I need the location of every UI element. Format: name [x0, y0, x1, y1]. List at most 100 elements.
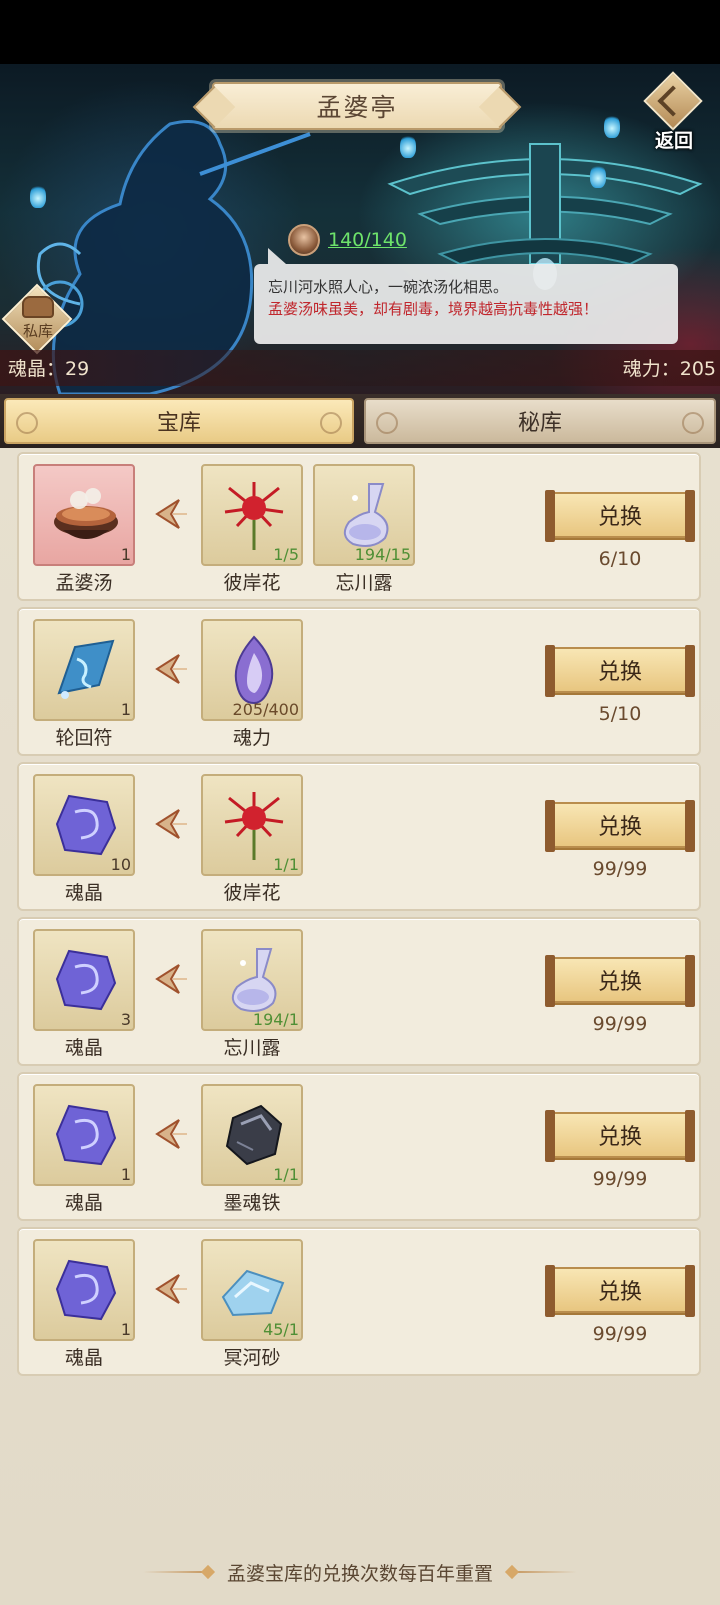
ghost-flame-icon — [30, 184, 46, 208]
ghost-flame-icon — [604, 114, 620, 138]
item-name: 彼岸花 — [191, 568, 313, 597]
item-count: 1/1 — [273, 855, 299, 874]
page-title-plate: 孟婆亭 — [212, 82, 502, 130]
talisman-icon — [57, 639, 115, 699]
tab-bar: 宝库 秘库 — [0, 394, 720, 448]
exchange-row: 10 魂晶 1/1 彼岸花 兑换 99/99 — [17, 762, 701, 911]
footer-text: 孟婆宝库的兑换次数每百年重置 — [226, 1562, 493, 1585]
status-bar — [0, 0, 720, 64]
arrow-left-icon — [155, 809, 187, 839]
hero-banner: 孟婆亭 返回 140/140 忘川河水照人心，一碗浓汤化相思。 孟婆汤味虽美，却… — [0, 64, 720, 394]
speech-line-2: 孟婆汤味虽美，却有剧毒，境界越高抗毒性越强！ — [268, 300, 599, 318]
item-count: 3 — [120, 1010, 131, 1029]
resource-bar: 魂晶：29 魂力：205 — [0, 350, 720, 386]
item-name: 魂晶 — [23, 1343, 145, 1372]
exchange-limit: 99/99 — [592, 1168, 648, 1190]
soup-bowl-icon — [288, 224, 320, 256]
item-name: 魂力 — [191, 723, 313, 752]
reward-slot[interactable]: 1 魂晶 — [29, 1239, 139, 1372]
footer-note: 孟婆宝库的兑换次数每百年重置 — [0, 1552, 720, 1592]
item-count: 194/15 — [354, 545, 411, 564]
exchange-row: 1 孟婆汤 1/5 彼岸花 194/15 忘川露 兑换 6/10 — [17, 452, 701, 601]
item-name: 孟婆汤 — [23, 568, 145, 597]
exchange-button[interactable]: 兑换 — [545, 645, 695, 697]
cost-slot[interactable]: 45/1 冥河砂 — [197, 1239, 307, 1372]
exchange-button[interactable]: 兑换 — [545, 1265, 695, 1317]
soup-counter-value: 140/140 — [328, 229, 407, 251]
black-iron-ore-icon — [225, 1104, 283, 1166]
exchange-limit: 6/10 — [598, 548, 642, 570]
exchange-list[interactable]: 1 孟婆汤 1/5 彼岸花 194/15 忘川露 兑换 6/10 1 轮回符 2… — [0, 448, 720, 1605]
reward-slot[interactable]: 3 魂晶 — [29, 929, 139, 1062]
arrow-left-icon — [155, 499, 187, 529]
blue-sand-icon — [221, 1269, 285, 1317]
ghost-flame-icon — [400, 134, 416, 158]
arrow-left-icon — [155, 1274, 187, 1304]
private-vault-button[interactable]: 私库 — [1, 283, 73, 355]
speech-line-1: 忘川河水照人心，一碗浓汤化相思。 — [268, 278, 509, 296]
exchange-button[interactable]: 兑换 — [545, 490, 695, 542]
exchange-button[interactable]: 兑换 — [545, 800, 695, 852]
item-count: 1/1 — [273, 1165, 299, 1184]
cost-slot[interactable]: 194/15 忘川露 — [309, 464, 419, 597]
item-name: 忘川露 — [191, 1033, 313, 1062]
arrow-left-icon — [155, 654, 187, 684]
item-count: 194/1 — [252, 1010, 299, 1029]
item-count: 1 — [120, 1165, 131, 1184]
back-arrow-icon — [643, 71, 703, 131]
soul-crystal-icon — [55, 794, 117, 856]
back-label: 返回 — [654, 130, 693, 152]
item-name: 轮回符 — [23, 723, 145, 752]
dew-flask-icon — [231, 948, 277, 1012]
item-count: 1 — [120, 1320, 131, 1339]
exchange-limit: 99/99 — [592, 1323, 648, 1345]
item-count: 10 — [110, 855, 131, 874]
soul-flame-icon — [234, 635, 274, 705]
item-name: 忘川露 — [303, 568, 425, 597]
item-name: 墨魂铁 — [191, 1188, 313, 1217]
item-count: 1 — [120, 545, 131, 564]
cost-slot[interactable]: 194/1 忘川露 — [197, 929, 307, 1062]
soul-crystal-icon — [55, 1259, 117, 1321]
exchange-row: 1 轮回符 205/400 魂力 兑换 5/10 — [17, 607, 701, 756]
exchange-row: 1 魂晶 1/1 墨魂铁 兑换 99/99 — [17, 1072, 701, 1221]
item-name: 冥河砂 — [191, 1343, 313, 1372]
item-count: 1/5 — [273, 545, 299, 564]
exchange-button[interactable]: 兑换 — [545, 955, 695, 1007]
red-spider-lily-icon — [224, 482, 284, 550]
item-count: 1 — [120, 700, 131, 719]
ghost-flame-icon — [590, 164, 606, 188]
treasure-chest-icon — [22, 296, 54, 318]
soul-power-balance: 魂力：205 — [622, 358, 716, 380]
exchange-row: 1 魂晶 45/1 冥河砂 兑换 99/99 — [17, 1227, 701, 1376]
back-button[interactable]: 返回 — [638, 71, 710, 152]
private-vault-label: 私库 — [22, 322, 53, 340]
item-name: 魂晶 — [23, 1033, 145, 1062]
soul-crystal-balance: 魂晶：29 — [8, 358, 90, 380]
soul-crystal-icon — [55, 949, 117, 1011]
reward-slot[interactable]: 1 孟婆汤 — [29, 464, 139, 597]
exchange-limit: 99/99 — [592, 1013, 648, 1035]
tab-treasury[interactable]: 宝库 — [4, 398, 354, 444]
reward-slot[interactable]: 1 轮回符 — [29, 619, 139, 752]
item-name: 魂晶 — [23, 878, 145, 907]
arrow-left-icon — [155, 1119, 187, 1149]
reward-slot[interactable]: 10 魂晶 — [29, 774, 139, 907]
cost-slot[interactable]: 205/400 魂力 — [197, 619, 307, 752]
red-spider-lily-icon — [224, 792, 284, 860]
ornament-icon — [142, 1567, 213, 1577]
ornament-icon — [507, 1567, 577, 1577]
cost-slot[interactable]: 1/1 彼岸花 — [197, 774, 307, 907]
reward-slot[interactable]: 1 魂晶 — [29, 1084, 139, 1217]
exchange-limit: 99/99 — [592, 858, 648, 880]
item-name: 彼岸花 — [191, 878, 313, 907]
speech-bubble: 忘川河水照人心，一碗浓汤化相思。 孟婆汤味虽美，却有剧毒，境界越高抗毒性越强！ — [254, 248, 678, 344]
cost-slot[interactable]: 1/1 墨魂铁 — [197, 1084, 307, 1217]
soup-counter[interactable]: 140/140 — [288, 224, 407, 256]
dew-flask-icon — [343, 483, 389, 547]
exchange-button[interactable]: 兑换 — [545, 1110, 695, 1162]
soul-crystal-icon — [55, 1104, 117, 1166]
item-count: 205/400 — [232, 700, 299, 719]
cost-slot[interactable]: 1/5 彼岸花 — [197, 464, 307, 597]
tab-secret-vault[interactable]: 秘库 — [364, 398, 716, 444]
